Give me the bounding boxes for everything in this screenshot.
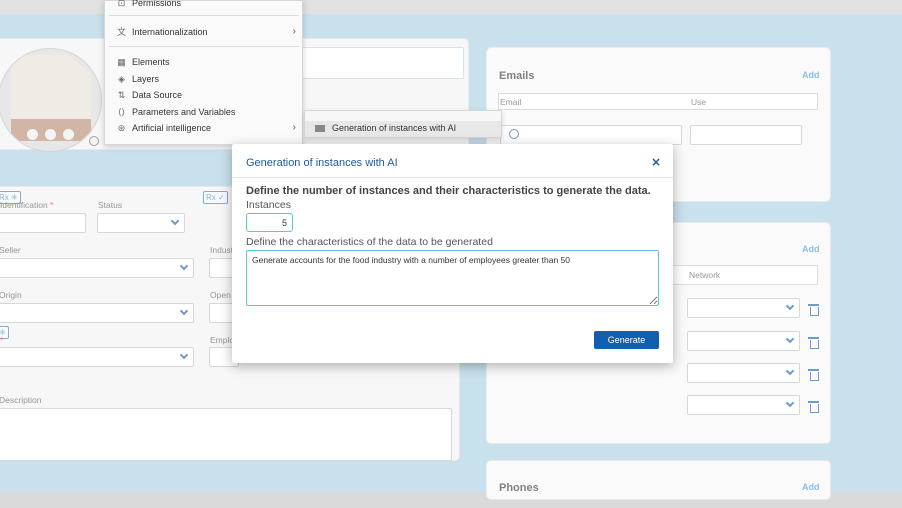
characteristics-label: Define the characteristics of the data t… (246, 236, 493, 248)
sort-icon: ⇅ (117, 90, 126, 100)
dialog-title: Generation of instances with AI (246, 157, 398, 169)
characteristics-textarea[interactable]: Generate accounts for the food industry … (246, 250, 659, 306)
menu-item-permissions[interactable]: ⊡ Permissions (105, 0, 302, 12)
instances-input[interactable] (246, 213, 293, 232)
list-icon (315, 125, 325, 132)
chevron-right-icon: › (292, 26, 296, 37)
menu-item-datasource[interactable]: ⇅ Data Source (105, 88, 302, 104)
instances-label: Instances (246, 199, 291, 211)
menu-item-label: Artificial intelligence (132, 123, 212, 133)
ai-icon: ⊛ (117, 123, 126, 133)
menu-item-label: Internationalization (132, 27, 208, 37)
menu-item-label: Parameters and Variables (132, 107, 236, 117)
translate-icon: 文 (116, 27, 126, 37)
menu-item-label: Elements (132, 57, 170, 67)
menu-item-label: Data Source (132, 90, 183, 100)
menu-item-internationalization[interactable]: 文 Internationalization › (105, 25, 302, 41)
ai-submenu: Generation of instances with AI (304, 110, 502, 138)
menu-item-elements[interactable]: ▦ Elements (105, 55, 302, 71)
menu-item-label: Permissions (132, 0, 182, 8)
menu-item-label: Layers (132, 74, 160, 84)
grid-icon: ▦ (117, 57, 126, 67)
braces-icon: ⟨⟩ (117, 107, 126, 117)
context-menu: ⊡ Permissions 文 Internationalization › ▦… (104, 0, 303, 145)
menu-item-parameters[interactable]: ⟨⟩ Parameters and Variables (105, 105, 302, 121)
menu-divider (109, 15, 299, 16)
submenu-item-label: Generation of instances with AI (332, 123, 457, 133)
close-icon[interactable]: × (651, 155, 661, 169)
menu-item-ai[interactable]: ⊛ Artificial intelligence › (105, 121, 302, 137)
dialog-divider (232, 177, 673, 178)
shield-icon: ⊡ (117, 0, 126, 8)
menu-item-layers[interactable]: ◈ Layers (105, 72, 302, 88)
menu-divider (109, 46, 299, 47)
dialog-description: Define the number of instances and their… (246, 185, 651, 197)
submenu-item-generation-ai[interactable]: Generation of instances with AI (305, 121, 501, 137)
chevron-right-icon: › (292, 122, 296, 133)
layers-icon: ◈ (118, 74, 125, 84)
generate-button[interactable]: Generate (594, 331, 659, 349)
ai-generation-dialog: Generation of instances with AI × Define… (232, 144, 673, 363)
